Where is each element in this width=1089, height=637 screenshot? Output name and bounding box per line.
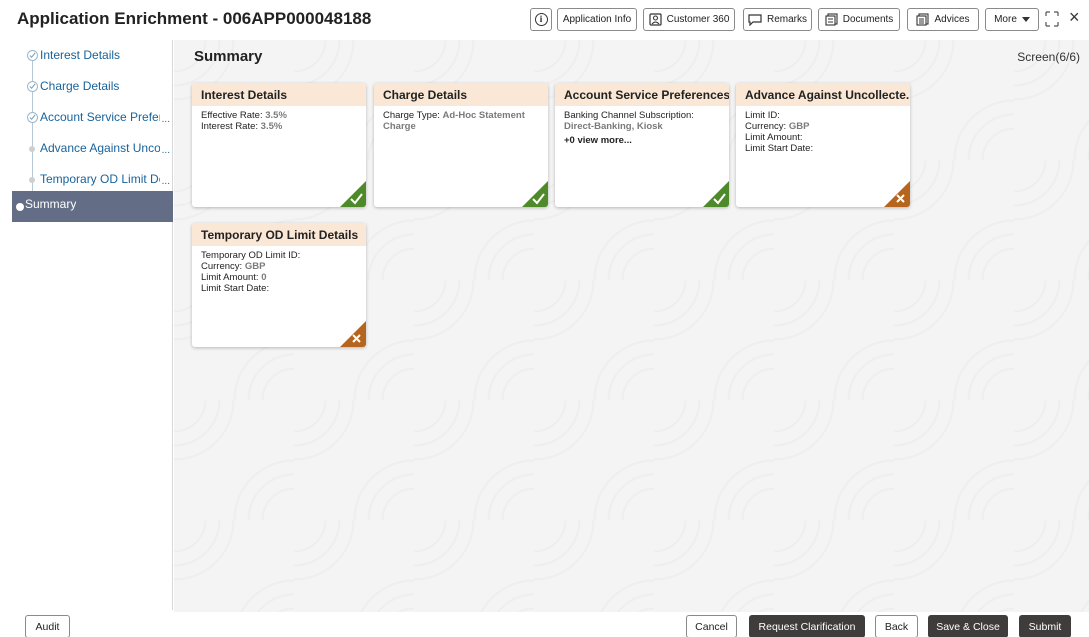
chevron-down-icon: [1021, 16, 1030, 22]
ellipsis: ...: [161, 176, 170, 187]
documents-icon: [825, 13, 838, 26]
more-dropdown[interactable]: More: [985, 8, 1039, 31]
customer-icon: [648, 13, 662, 26]
close-icon[interactable]: ×: [1069, 8, 1080, 26]
ellipsis: ...: [161, 145, 170, 156]
summary-card-advance-against-uncollected[interactable]: Advance Against Uncollecte... Limit ID: …: [736, 83, 910, 207]
remarks-button[interactable]: Remarks: [743, 8, 812, 31]
advices-label: Advices: [934, 14, 970, 25]
check-icon: [703, 181, 729, 207]
sidebar-item-label: Summary: [25, 197, 77, 211]
footer-bar: [0, 612, 1089, 637]
cancel-button[interactable]: Cancel: [686, 615, 737, 637]
save-close-button[interactable]: Save & Close: [928, 615, 1008, 637]
check-icon: [522, 181, 548, 207]
documents-label: Documents: [842, 14, 894, 25]
field-label: Currency:: [745, 121, 787, 132]
field-value: 0: [261, 272, 267, 283]
sidebar-nav: Interest Details Charge Details Account …: [12, 40, 173, 610]
card-title: Charge Details: [374, 83, 548, 106]
advices-button[interactable]: Advices: [907, 8, 979, 31]
card-title: Account Service Preferences: [555, 83, 729, 106]
screen-counter: Screen(6/6): [1017, 50, 1080, 64]
back-button[interactable]: Back: [875, 615, 918, 637]
pending-dot-icon: [29, 146, 35, 152]
sidebar-item-label: Advance Against Uncoll: [40, 141, 160, 155]
field-label: Limit Amount:: [745, 132, 803, 143]
check-icon: [27, 50, 38, 61]
remarks-label: Remarks: [767, 14, 808, 25]
field-label: Charge Type:: [383, 110, 440, 121]
field-label: Effective Rate:: [201, 110, 263, 121]
field-value: 3.5%: [265, 110, 287, 121]
check-icon: [340, 181, 366, 207]
sidebar-item-advance-against-uncollected[interactable]: Advance Against Uncoll ...: [16, 135, 173, 166]
header-bar: Application Enrichment - 006APP000048188…: [0, 0, 1089, 40]
check-icon: [27, 81, 38, 92]
field-label: Limit Amount:: [201, 272, 259, 283]
card-title: Interest Details: [192, 83, 366, 106]
ellipsis: ...: [161, 114, 170, 125]
field-label: Banking Channel Subscription:: [564, 110, 694, 121]
info-button[interactable]: i: [530, 8, 552, 31]
more-label: More: [994, 14, 1017, 25]
customer-360-button[interactable]: Customer 360: [643, 8, 735, 31]
field-label: Limit ID:: [745, 110, 780, 121]
audit-button[interactable]: Audit: [25, 615, 70, 637]
view-more-link[interactable]: +0 view more...: [564, 135, 720, 146]
pending-dot-icon: [29, 177, 35, 183]
cross-icon: [340, 321, 366, 347]
summary-card-charge-details[interactable]: Charge Details Charge Type: Ad-Hoc State…: [374, 83, 548, 207]
remarks-icon: [748, 13, 762, 26]
page-title: Application Enrichment - 006APP000048188: [17, 9, 372, 28]
customer-360-label: Customer 360: [666, 14, 730, 25]
application-info-label: Application Info: [562, 14, 632, 25]
sidebar-item-charge-details[interactable]: Charge Details: [16, 73, 173, 104]
check-icon: [27, 112, 38, 123]
cross-icon: [884, 181, 910, 207]
field-label: Interest Rate:: [201, 121, 259, 132]
info-icon: i: [534, 13, 548, 26]
sidebar-item-label: Charge Details: [40, 79, 120, 93]
field-label: Currency:: [201, 261, 243, 272]
section-title: Summary: [194, 48, 263, 65]
left-edge: [0, 140, 12, 200]
sidebar-item-label: Temporary OD Limit De: [40, 172, 160, 186]
card-title: Temporary OD Limit Details: [192, 223, 366, 246]
field-value: GBP: [244, 261, 266, 272]
submit-button[interactable]: Submit: [1019, 615, 1071, 637]
active-dot-icon: [16, 203, 24, 211]
main-content: Summary Screen(6/6) Interest Details Eff…: [174, 40, 1089, 612]
application-info-button[interactable]: Application Info: [557, 8, 637, 31]
expand-icon[interactable]: [1045, 11, 1059, 27]
sidebar-item-summary[interactable]: Summary: [12, 191, 173, 222]
field-value: GBP: [788, 121, 810, 132]
summary-card-interest-details[interactable]: Interest Details Effective Rate: 3.5% In…: [192, 83, 366, 207]
sidebar-item-account-service-preferences[interactable]: Account Service Prefere ...: [16, 104, 173, 135]
field-label: Limit Start Date:: [201, 283, 270, 294]
advices-icon: [916, 13, 930, 26]
documents-button[interactable]: Documents: [818, 8, 900, 31]
field-value: Direct-Banking, Kiosk: [564, 121, 663, 132]
field-label: Temporary OD Limit ID:: [201, 250, 301, 261]
sidebar-item-label: Account Service Prefere: [40, 110, 160, 124]
field-label: Limit Start Date:: [745, 143, 814, 154]
card-title: Advance Against Uncollecte...: [736, 83, 910, 106]
summary-card-temporary-od-limit-details[interactable]: Temporary OD Limit Details Temporary OD …: [192, 223, 366, 347]
sidebar-item-label: Interest Details: [40, 48, 121, 62]
summary-card-account-service-preferences[interactable]: Account Service Preferences Banking Chan…: [555, 83, 729, 207]
sidebar-item-interest-details[interactable]: Interest Details: [16, 42, 173, 73]
request-clarification-button[interactable]: Request Clarification: [749, 615, 865, 637]
field-value: 3.5%: [260, 121, 283, 132]
